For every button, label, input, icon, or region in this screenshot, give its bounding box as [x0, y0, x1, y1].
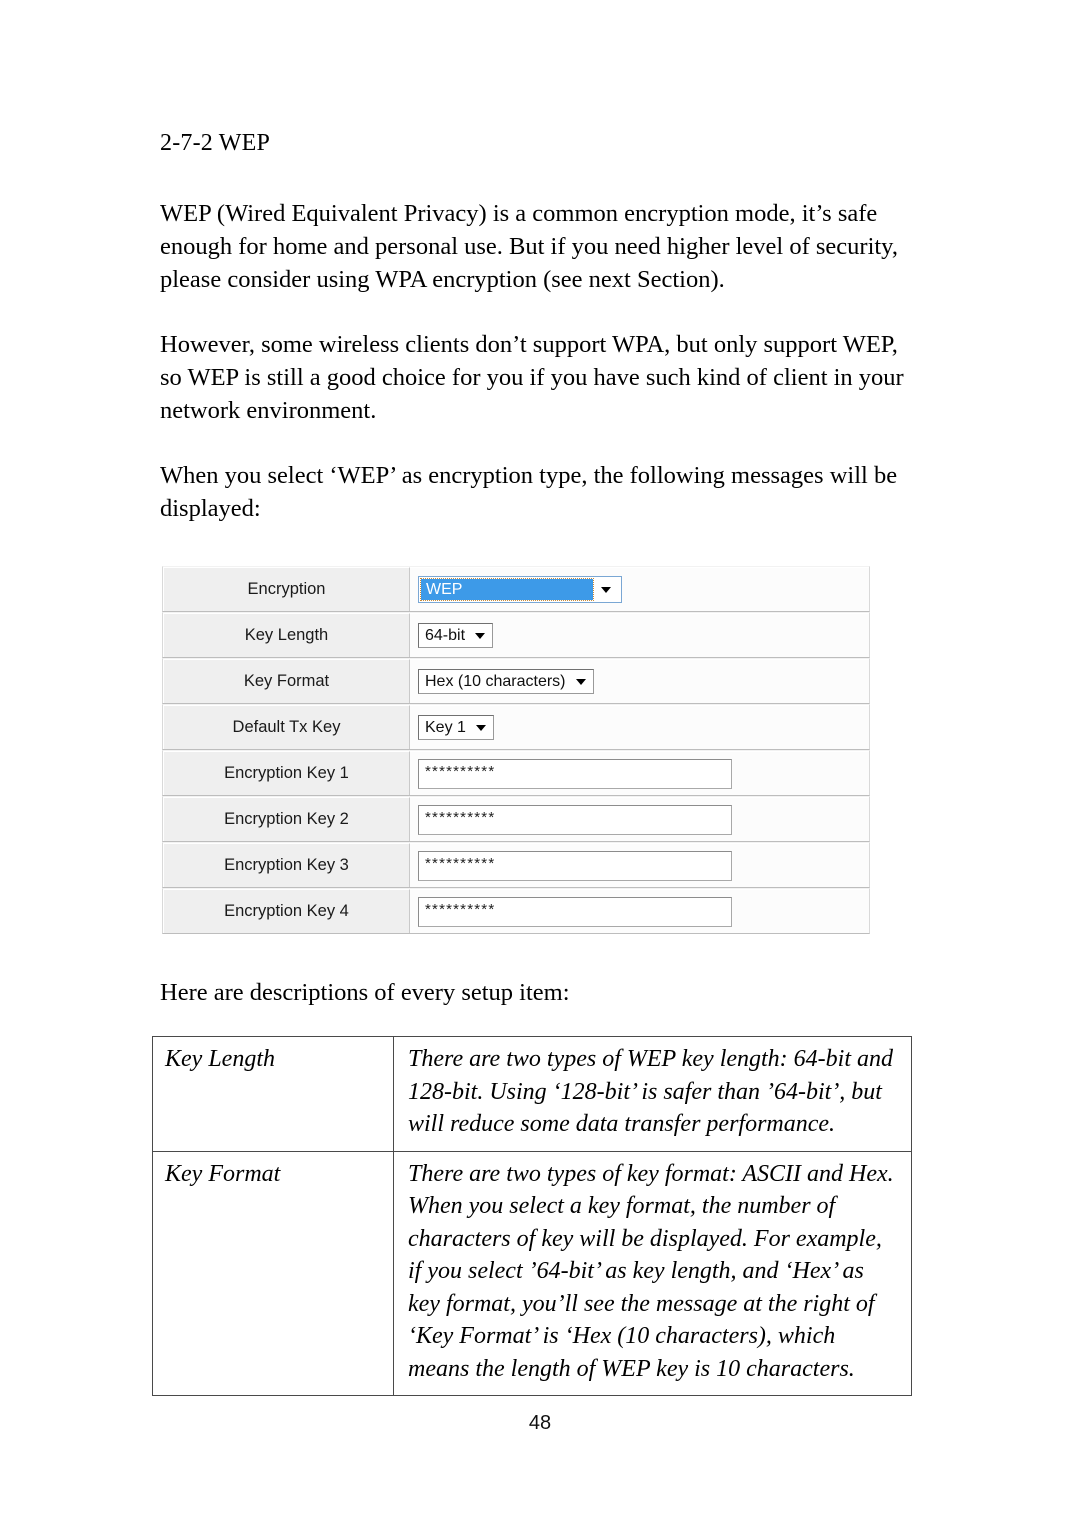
encryption-key-2-value: **********: [425, 809, 496, 826]
value-encryption-key-1: **********: [410, 751, 869, 795]
term-key-length: Key Length: [152, 1036, 394, 1152]
paragraph-descriptions-lead: Here are descriptions of every setup ite…: [160, 979, 570, 1006]
page-number: 48: [528, 1412, 552, 1434]
table-row: Key Length There are two types of WEP ke…: [152, 1036, 912, 1152]
setup-item-descriptions-table: Key Length There are two types of WEP ke…: [152, 1036, 912, 1396]
chevron-down-icon: [601, 586, 611, 593]
form-row-encryption: Encryption WEP: [162, 566, 870, 612]
value-key-length: 64-bit: [410, 613, 869, 657]
default-tx-key-select-value: Key 1: [425, 718, 466, 736]
value-default-tx-key: Key 1: [410, 705, 869, 749]
value-encryption-key-2: **********: [410, 797, 869, 841]
label-encryption-key-4: Encryption Key 4: [163, 889, 410, 933]
default-tx-key-select[interactable]: Key 1: [418, 715, 494, 740]
paragraph-intro: WEP (Wired Equivalent Privacy) is a comm…: [160, 200, 898, 293]
encryption-key-1-value: **********: [425, 763, 496, 780]
form-row-key-format: Key Format Hex (10 characters): [162, 658, 870, 704]
value-key-format: Hex (10 characters): [410, 659, 869, 703]
definition-key-format: There are two types of key format: ASCII…: [393, 1150, 912, 1396]
key-format-select-value: Hex (10 characters): [425, 672, 566, 690]
label-encryption-key-2: Encryption Key 2: [163, 797, 410, 841]
form-row-encryption-key-2: Encryption Key 2 **********: [162, 796, 870, 842]
paragraph-select-wep: When you select ‘WEP’ as encryption type…: [160, 462, 898, 522]
manual-page: 2-7-2 WEP WEP (Wired Equivalent Privacy)…: [0, 0, 1080, 1527]
label-key-format: Key Format: [163, 659, 410, 703]
table-row: Key Format There are two types of key fo…: [152, 1150, 912, 1396]
chevron-down-icon: [475, 632, 486, 639]
form-row-encryption-key-4: Encryption Key 4 **********: [162, 888, 870, 934]
encryption-key-3-input[interactable]: **********: [418, 850, 732, 881]
label-default-tx-key: Default Tx Key: [163, 705, 410, 749]
encryption-select-value: WEP: [420, 578, 594, 601]
encryption-select[interactable]: WEP: [418, 576, 622, 603]
encryption-key-2-input[interactable]: **********: [418, 804, 732, 835]
label-encryption: Encryption: [163, 567, 410, 611]
key-length-select-value: 64-bit: [425, 626, 466, 644]
encryption-key-1-input[interactable]: **********: [418, 758, 732, 789]
wep-settings-form-screenshot: Encryption WEP Key Length 64-bit Key For…: [162, 566, 870, 934]
key-length-select[interactable]: 64-bit: [418, 623, 494, 648]
encryption-key-3-value: **********: [425, 855, 496, 872]
encryption-key-4-input[interactable]: **********: [418, 896, 732, 927]
form-row-encryption-key-1: Encryption Key 1 **********: [162, 750, 870, 796]
value-encryption-key-3: **********: [410, 843, 869, 887]
chevron-down-icon: [475, 724, 486, 731]
chevron-down-icon: [575, 678, 586, 685]
label-encryption-key-3: Encryption Key 3: [163, 843, 410, 887]
section-heading: 2-7-2 WEP: [160, 130, 271, 156]
value-encryption-key-4: **********: [410, 889, 869, 933]
encryption-select-button[interactable]: [595, 577, 621, 602]
form-row-key-length: Key Length 64-bit: [162, 612, 870, 658]
label-key-length: Key Length: [163, 613, 410, 657]
definition-key-length: There are two types of WEP key length: 6…: [393, 1036, 912, 1152]
key-format-select[interactable]: Hex (10 characters): [418, 669, 594, 694]
form-row-default-tx-key: Default Tx Key Key 1: [162, 704, 870, 750]
encryption-key-4-value: **********: [425, 901, 496, 918]
paragraph-clients: However, some wireless clients don’t sup…: [160, 331, 904, 424]
term-key-format: Key Format: [152, 1150, 394, 1396]
value-encryption: WEP: [410, 567, 869, 611]
form-row-encryption-key-3: Encryption Key 3 **********: [162, 842, 870, 888]
label-encryption-key-1: Encryption Key 1: [163, 751, 410, 795]
